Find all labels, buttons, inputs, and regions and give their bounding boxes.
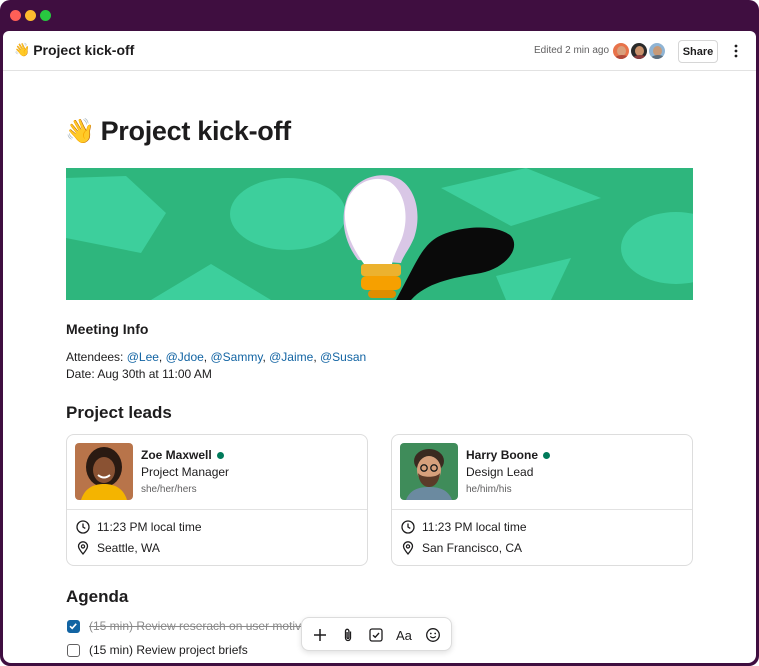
waving-hand-emoji-icon: 👋 bbox=[14, 42, 31, 57]
minimize-window-button[interactable] bbox=[25, 10, 36, 21]
avatar[interactable] bbox=[629, 41, 649, 61]
online-status-icon bbox=[216, 451, 224, 459]
lead-name[interactable]: Harry Boone bbox=[466, 448, 551, 462]
header-title: 👋 Project kick-off bbox=[14, 42, 134, 58]
lightbulb-banner-image bbox=[66, 168, 693, 300]
close-window-button[interactable] bbox=[10, 10, 21, 21]
canvas-header: 👋 Project kick-off Edited 2 min ago Shar… bbox=[3, 31, 756, 71]
share-button[interactable]: Share bbox=[678, 40, 718, 63]
edited-status: Edited 2 min ago bbox=[534, 45, 610, 56]
card-divider bbox=[67, 509, 367, 510]
lead-pronouns: he/him/his bbox=[466, 484, 512, 495]
waving-hand-emoji-icon: 👋 bbox=[65, 118, 95, 145]
local-time-text: 11:23 PM local time bbox=[97, 520, 202, 534]
mention-link[interactable]: @Lee bbox=[127, 350, 159, 364]
lead-name-text[interactable]: Zoe Maxwell bbox=[141, 448, 212, 462]
avatar[interactable] bbox=[647, 41, 667, 61]
local-time-row: 11:23 PM local time bbox=[401, 520, 527, 534]
lead-name-text[interactable]: Harry Boone bbox=[466, 448, 538, 462]
clock-icon bbox=[76, 520, 90, 534]
text-format-icon[interactable]: Aa bbox=[395, 627, 415, 643]
page-title-text[interactable]: Project kick-off bbox=[101, 116, 292, 147]
location-row: Seattle, WA bbox=[76, 541, 160, 555]
profile-card[interactable]: Harry Boone Design Lead he/him/his 11:23… bbox=[391, 434, 693, 566]
mention-link[interactable]: @Susan bbox=[320, 350, 366, 364]
canvas-document: 👋 Project kick-off Edited 2 min ago Shar… bbox=[3, 31, 756, 663]
location-text: Seattle, WA bbox=[97, 541, 160, 555]
checkbox-icon[interactable] bbox=[368, 627, 384, 643]
mention-link[interactable]: @Sammy bbox=[210, 350, 262, 364]
attendees-line: Attendees: @Lee, @Jdoe, @Sammy, @Jaime, … bbox=[66, 350, 367, 364]
agenda-item-text[interactable]: (15 min) Review project briefs bbox=[89, 643, 248, 657]
title-bar bbox=[0, 0, 759, 31]
local-time-row: 11:23 PM local time bbox=[76, 520, 202, 534]
agenda-heading: Agenda bbox=[66, 587, 129, 606]
task-checkbox[interactable] bbox=[67, 619, 80, 633]
emoji-icon[interactable] bbox=[425, 627, 441, 643]
avatar[interactable] bbox=[400, 443, 458, 500]
online-status-icon bbox=[543, 451, 551, 459]
location-pin-icon bbox=[77, 541, 89, 555]
clock-icon bbox=[401, 520, 415, 534]
meeting-date: Date: Aug 30th at 11:00 AM bbox=[66, 367, 212, 381]
header-title-text: Project kick-off bbox=[33, 42, 135, 58]
attendees-label: Attendees: bbox=[66, 350, 124, 364]
list-item: (15 min) Review project briefs bbox=[67, 643, 248, 657]
location-text: San Francisco, CA bbox=[422, 541, 523, 555]
checkmark-icon bbox=[69, 622, 77, 629]
text-format-label: Aa bbox=[396, 628, 413, 643]
list-item: (15 min) Review reserach on user motivat bbox=[67, 619, 311, 633]
more-vertical-icon[interactable] bbox=[731, 43, 741, 59]
mention-link[interactable]: @Jaime bbox=[269, 350, 313, 364]
app-window: 👋 Project kick-off Edited 2 min ago Shar… bbox=[0, 0, 759, 666]
lead-pronouns: she/her/hers bbox=[141, 484, 197, 495]
agenda-item-text[interactable]: (15 min) Review reserach on user motivat bbox=[89, 619, 311, 633]
lead-role: Design Lead bbox=[466, 465, 534, 479]
local-time-text: 11:23 PM local time bbox=[422, 520, 527, 534]
maximize-window-button[interactable] bbox=[40, 10, 51, 21]
mention-link[interactable]: @Jdoe bbox=[166, 350, 204, 364]
paperclip-icon[interactable] bbox=[340, 627, 356, 643]
card-divider bbox=[392, 509, 692, 510]
task-checkbox[interactable] bbox=[67, 643, 80, 657]
avatar[interactable] bbox=[611, 41, 631, 61]
plus-icon[interactable] bbox=[312, 627, 328, 643]
profile-card[interactable]: Zoe Maxwell Project Manager she/her/hers… bbox=[66, 434, 368, 566]
project-leads-heading: Project leads bbox=[66, 403, 172, 422]
location-row: San Francisco, CA bbox=[401, 541, 522, 555]
meeting-info-heading: Meeting Info bbox=[66, 321, 149, 337]
collaborator-avatars[interactable] bbox=[611, 41, 671, 61]
avatar[interactable] bbox=[75, 443, 133, 500]
lead-role: Project Manager bbox=[141, 465, 230, 479]
lead-name[interactable]: Zoe Maxwell bbox=[141, 448, 224, 462]
floating-format-toolbar: Aa bbox=[301, 617, 452, 651]
page-title[interactable]: 👋 Project kick-off bbox=[65, 116, 291, 147]
location-pin-icon bbox=[402, 541, 414, 555]
